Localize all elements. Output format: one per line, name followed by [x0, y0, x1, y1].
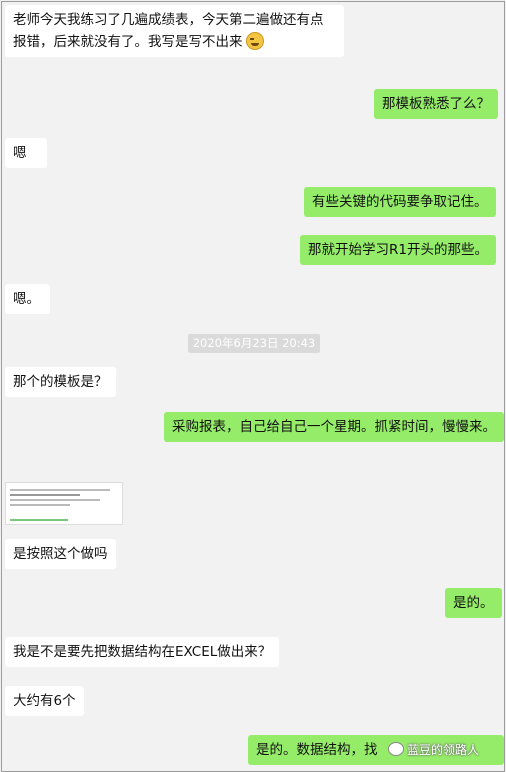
message-incoming[interactable]: 嗯。 — [5, 284, 50, 314]
message-outgoing[interactable]: 是的。 — [445, 588, 502, 618]
image-message-thumbnail[interactable] — [5, 482, 123, 525]
message-incoming[interactable]: 我是不是要先把数据结构在EXCEL做出来？ — [5, 637, 280, 667]
message-incoming[interactable]: 那个的模板是？ — [5, 367, 116, 397]
wechat-icon — [388, 742, 404, 756]
message-incoming[interactable]: 嗯 — [5, 138, 47, 168]
message-incoming[interactable]: 是按照这个做吗 — [5, 539, 116, 569]
chat-window: 老师今天我练习了几遍成绩表，今天第二遍做还有点报错，后来就没有了。我写是写不出来… — [1, 1, 505, 772]
message-incoming[interactable]: 老师今天我练习了几遍成绩表，今天第二遍做还有点报错，后来就没有了。我写是写不出来 — [5, 5, 344, 57]
message-text: 老师今天我练习了几遍成绩表，今天第二遍做还有点报错，后来就没有了。我写是写不出来 — [13, 12, 324, 50]
message-incoming[interactable]: 大约有6个 — [5, 686, 84, 716]
chat-timestamp: 2020年6月23日 20:43 — [188, 334, 320, 353]
message-outgoing[interactable]: 那模板熟悉了么？ — [374, 89, 498, 119]
message-outgoing[interactable]: 有些关键的代码要争取记住。 — [304, 187, 496, 217]
message-outgoing[interactable]: 那就开始学习R1开头的那些。 — [300, 235, 496, 265]
message-outgoing[interactable]: 采购报表，自己给自己一个星期。抓紧时间，慢慢来。 — [164, 412, 504, 442]
watermark: 蓝豆的领路人 — [388, 740, 479, 760]
watermark-text: 蓝豆的领路人 — [407, 743, 480, 757]
laughing-emoji-icon — [245, 32, 264, 50]
